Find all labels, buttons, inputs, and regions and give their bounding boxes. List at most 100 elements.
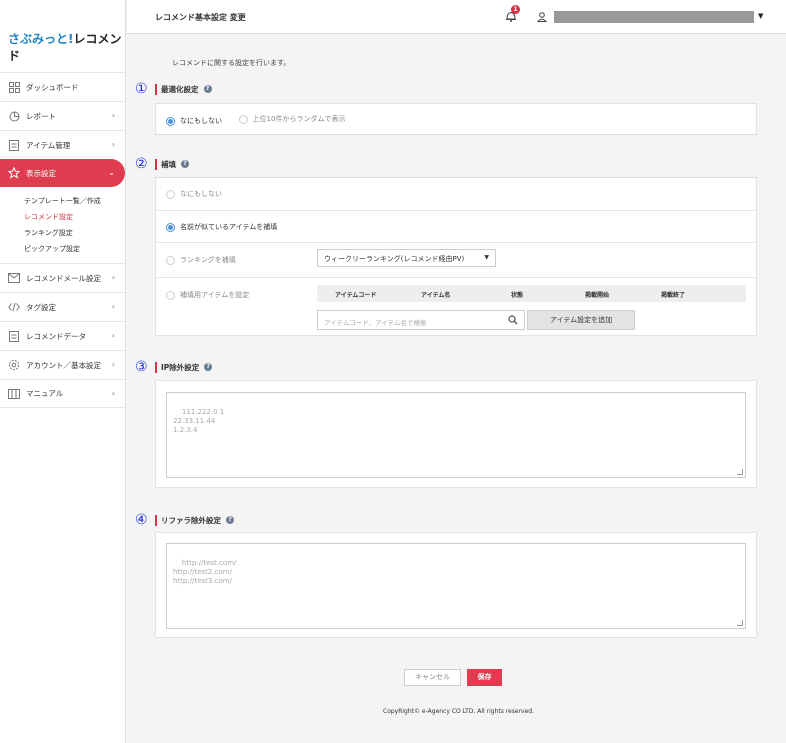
resize-handle[interactable] bbox=[737, 620, 743, 626]
supplement-row-none: なにもしない bbox=[156, 178, 756, 211]
help-icon[interactable]: ? bbox=[226, 516, 234, 524]
radio-button bbox=[166, 290, 175, 300]
chevron-right-icon: › bbox=[111, 273, 115, 282]
section-marker bbox=[155, 361, 157, 373]
search-icon[interactable] bbox=[508, 315, 518, 327]
sidebar-subnav: テンプレート一覧／作成 レコメンド設定 ランキング設定 ピックアップ設定 bbox=[0, 187, 125, 263]
subnav-pickup-settings[interactable]: ピックアップ設定 bbox=[24, 241, 125, 257]
sidebar-item-label: レポート bbox=[26, 111, 56, 121]
column-header: 状態 bbox=[511, 292, 524, 299]
radio-button bbox=[166, 189, 175, 199]
optimize-panel: なにもしない 上位10件からランダムで表示 bbox=[155, 103, 757, 135]
radio-button bbox=[166, 222, 175, 232]
optimize-option-random[interactable]: 上位10件からランダムで表示 bbox=[238, 114, 345, 124]
item-search-input[interactable]: アイテムコード、アイテム名で検索 bbox=[317, 310, 525, 330]
help-icon[interactable]: ? bbox=[203, 85, 212, 93]
code-icon bbox=[8, 301, 20, 313]
chevron-right-icon: › bbox=[111, 360, 115, 369]
referrer-exclude-panel: http://test.com/ http://test2.com/ http:… bbox=[155, 532, 757, 638]
gear-icon bbox=[8, 359, 20, 371]
chevron-right-icon: › bbox=[111, 111, 115, 120]
section-number: ④ bbox=[135, 512, 148, 528]
ip-exclude-panel: 111.222.0.1 22.33.11.44 1.2.3.4 bbox=[155, 380, 757, 488]
sidebar-item-report[interactable]: レポート › bbox=[0, 101, 125, 130]
cancel-button[interactable]: キャンセル bbox=[404, 669, 461, 686]
section-title: リファラ除外設定 bbox=[161, 515, 221, 525]
section-marker bbox=[155, 514, 157, 526]
sidebar-item-label: マニュアル bbox=[26, 389, 64, 398]
help-icon[interactable]: ? bbox=[204, 363, 213, 371]
column-header: 掲載開始 bbox=[585, 292, 610, 299]
column-header: アイテム名 bbox=[421, 292, 451, 299]
radio-button bbox=[166, 116, 175, 126]
resize-handle[interactable] bbox=[737, 469, 743, 475]
sidebar-item-tags[interactable]: タグ設定 › bbox=[0, 292, 125, 321]
chevron-right-icon: › bbox=[111, 302, 115, 311]
section-number: ③ bbox=[135, 359, 148, 375]
subnav-ranking-settings[interactable]: ランキング設定 bbox=[24, 225, 125, 241]
supplement-row-similar: 名前が似ているアイテムを補填 bbox=[156, 211, 756, 243]
column-header: アイテムコード bbox=[335, 292, 377, 299]
chevron-right-icon: › bbox=[111, 389, 115, 398]
user-icon[interactable] bbox=[536, 12, 548, 22]
clipboard-icon bbox=[8, 139, 20, 151]
star-icon bbox=[8, 167, 20, 179]
sidebar-item-display-settings[interactable]: 表示設定 ⌄ bbox=[0, 159, 125, 187]
sidebar-item-label: アイテム管理 bbox=[26, 140, 71, 150]
sidebar-item-label: ダッシュボード bbox=[26, 82, 79, 92]
page-description: レコメンドに関する設定を行います。 bbox=[172, 59, 291, 67]
sidebar-item-account[interactable]: アカウント／基本設定 › bbox=[0, 350, 125, 379]
section-title: IP除外設定 bbox=[161, 362, 200, 372]
help-icon[interactable]: ? bbox=[181, 160, 189, 168]
ip-exclude-textarea[interactable]: 111.222.0.1 22.33.11.44 1.2.3.4 bbox=[166, 392, 746, 478]
section-title: 最適化設定 bbox=[161, 84, 199, 94]
save-button[interactable]: 保存 bbox=[467, 669, 502, 686]
sidebar-item-label: アカウント／基本設定 bbox=[26, 360, 101, 370]
column-header: 掲載終了 bbox=[661, 292, 686, 299]
supplement-option-none[interactable]: なにもしない bbox=[166, 189, 222, 199]
section-header-supplement: ② 補填 ? bbox=[135, 156, 189, 172]
sidebar-item-recommend-data[interactable]: レコメンドデータ › bbox=[0, 321, 125, 350]
ranking-select[interactable]: ウィークリーランキング(レコメンド経由PV) ▼ bbox=[317, 249, 496, 267]
sidebar-item-label: レコメンドデータ bbox=[26, 331, 86, 341]
report-icon bbox=[8, 110, 20, 122]
section-marker bbox=[155, 83, 157, 95]
supplement-panel: なにもしない 名前が似ているアイテムを補填 ランキングを補填 ウィークリーランキ… bbox=[155, 177, 757, 336]
supplement-option-ranking[interactable]: ランキングを補填 bbox=[166, 255, 236, 265]
items-table-header: アイテムコード アイテム名 状態 掲載開始 掲載終了 bbox=[317, 285, 746, 302]
sidebar-item-label: レコメンドメール設定 bbox=[26, 273, 101, 283]
supplement-option-set-items[interactable]: 補填用アイテムを設定 bbox=[166, 290, 249, 300]
section-header-optimize: ① 最適化設定 ? bbox=[135, 81, 212, 97]
section-marker bbox=[155, 158, 157, 170]
section-title: 補填 bbox=[161, 159, 176, 169]
sidebar-item-label: 表示設定 bbox=[26, 168, 56, 178]
referrer-exclude-textarea[interactable]: http://test.com/ http://test2.com/ http:… bbox=[166, 543, 746, 629]
optimize-option-none[interactable]: なにもしない bbox=[166, 116, 222, 126]
section-header-ip-exclude: ③ IP除外設定 ? bbox=[135, 359, 213, 375]
chevron-right-icon: › bbox=[111, 140, 115, 149]
top-bar: レコメンド基本設定 変更 1 ▼ bbox=[127, 0, 786, 34]
clipboard-icon bbox=[8, 330, 20, 342]
caret-down-icon: ▼ bbox=[484, 254, 489, 261]
radio-button bbox=[238, 114, 248, 124]
caret-down-icon[interactable]: ▼ bbox=[758, 12, 763, 20]
sidebar-item-manual[interactable]: マニュアル › bbox=[0, 379, 125, 408]
subnav-template-list[interactable]: テンプレート一覧／作成 bbox=[24, 193, 125, 209]
notification-badge: 1 bbox=[511, 5, 520, 14]
subnav-recommend-settings[interactable]: レコメンド設定 bbox=[24, 209, 125, 225]
sidebar: さぶみっと!レコメンド ダッシュボード レポート › アイテム管理 › 表示設定… bbox=[0, 0, 126, 743]
supplement-option-similar-name[interactable]: 名前が似ているアイテムを補填 bbox=[166, 222, 277, 232]
section-number: ① bbox=[135, 81, 148, 97]
user-name-redacted[interactable] bbox=[554, 11, 754, 23]
section-header-referrer-exclude: ④ リファラ除外設定 ? bbox=[135, 512, 234, 528]
book-icon bbox=[8, 388, 20, 400]
add-item-setting-button[interactable]: アイテム設定を追加 bbox=[527, 310, 635, 330]
chevron-right-icon: › bbox=[111, 331, 115, 340]
radio-button bbox=[166, 255, 175, 265]
sidebar-item-label: タグ設定 bbox=[26, 302, 56, 312]
supplement-row-items: 補填用アイテムを設定 アイテムコード アイテム名 状態 掲載開始 掲載終了 アイ… bbox=[156, 278, 756, 336]
app-logo[interactable]: さぶみっと!レコメンド bbox=[0, 0, 125, 72]
sidebar-item-items[interactable]: アイテム管理 › bbox=[0, 130, 125, 159]
sidebar-item-dashboard[interactable]: ダッシュボード bbox=[0, 72, 125, 101]
sidebar-item-recommend-mail[interactable]: レコメンドメール設定 › bbox=[0, 263, 125, 292]
